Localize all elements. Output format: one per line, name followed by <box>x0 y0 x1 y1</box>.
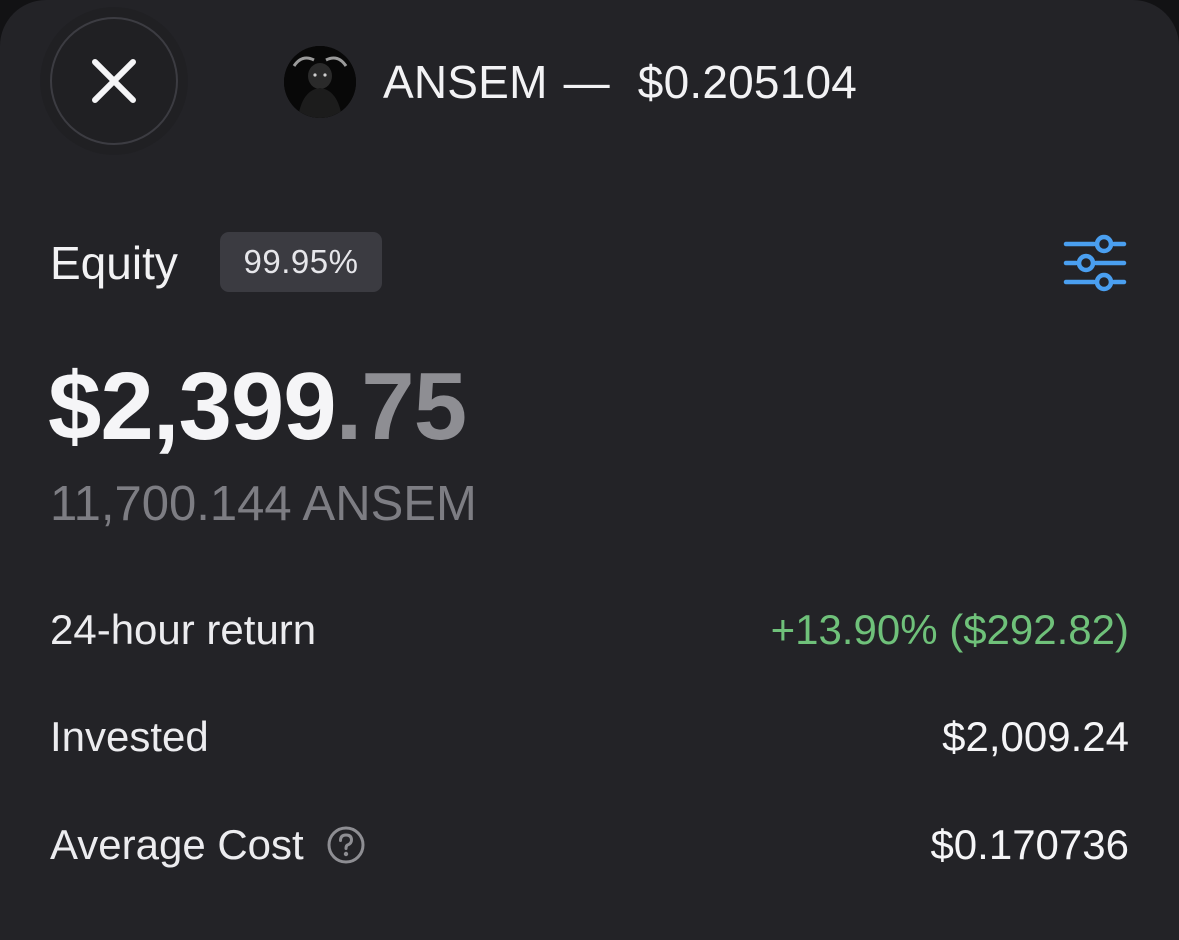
close-icon <box>92 59 136 103</box>
stat-row-24h-return: 24-hour return +13.90% ($292.82) <box>50 600 1129 660</box>
stat-value-24h-return: +13.90% ($292.82) <box>770 606 1129 653</box>
balance-value: $2,399.75 <box>48 352 467 462</box>
stat-label-24h-return: 24-hour return <box>50 606 317 653</box>
equity-label: Equity <box>50 237 178 289</box>
token-amount: 11,700.144 ANSEM <box>50 477 477 531</box>
stat-label-invested: Invested <box>50 713 209 760</box>
equity-percent-badge: 99.95% <box>220 232 382 292</box>
token-symbol: ANSEM <box>383 56 548 108</box>
question-circle-icon[interactable] <box>326 825 366 865</box>
token-price: $0.205104 <box>637 56 858 108</box>
bull-avatar-icon <box>284 46 356 118</box>
stat-row-invested: Invested $2,009.24 <box>50 707 1129 767</box>
stat-value-invested: $2,009.24 <box>942 713 1129 760</box>
stat-label-average-cost-wrap: Average Cost <box>50 821 366 869</box>
stat-label-average-cost: Average Cost <box>50 821 304 868</box>
close-button[interactable] <box>50 17 178 145</box>
position-sheet: ANSEM — $0.205104 Equity 99.95% $2,399.7… <box>0 0 1179 940</box>
balance-cents: .75 <box>335 353 467 460</box>
balance-whole: $2,399 <box>48 353 337 460</box>
header-title: ANSEM — $0.205104 <box>284 46 857 118</box>
title-separator: — <box>563 56 610 108</box>
stat-value-average-cost: $0.170736 <box>930 821 1129 868</box>
sliders-icon[interactable] <box>1062 234 1128 292</box>
stat-row-average-cost: Average Cost $0.170736 <box>50 815 1129 875</box>
